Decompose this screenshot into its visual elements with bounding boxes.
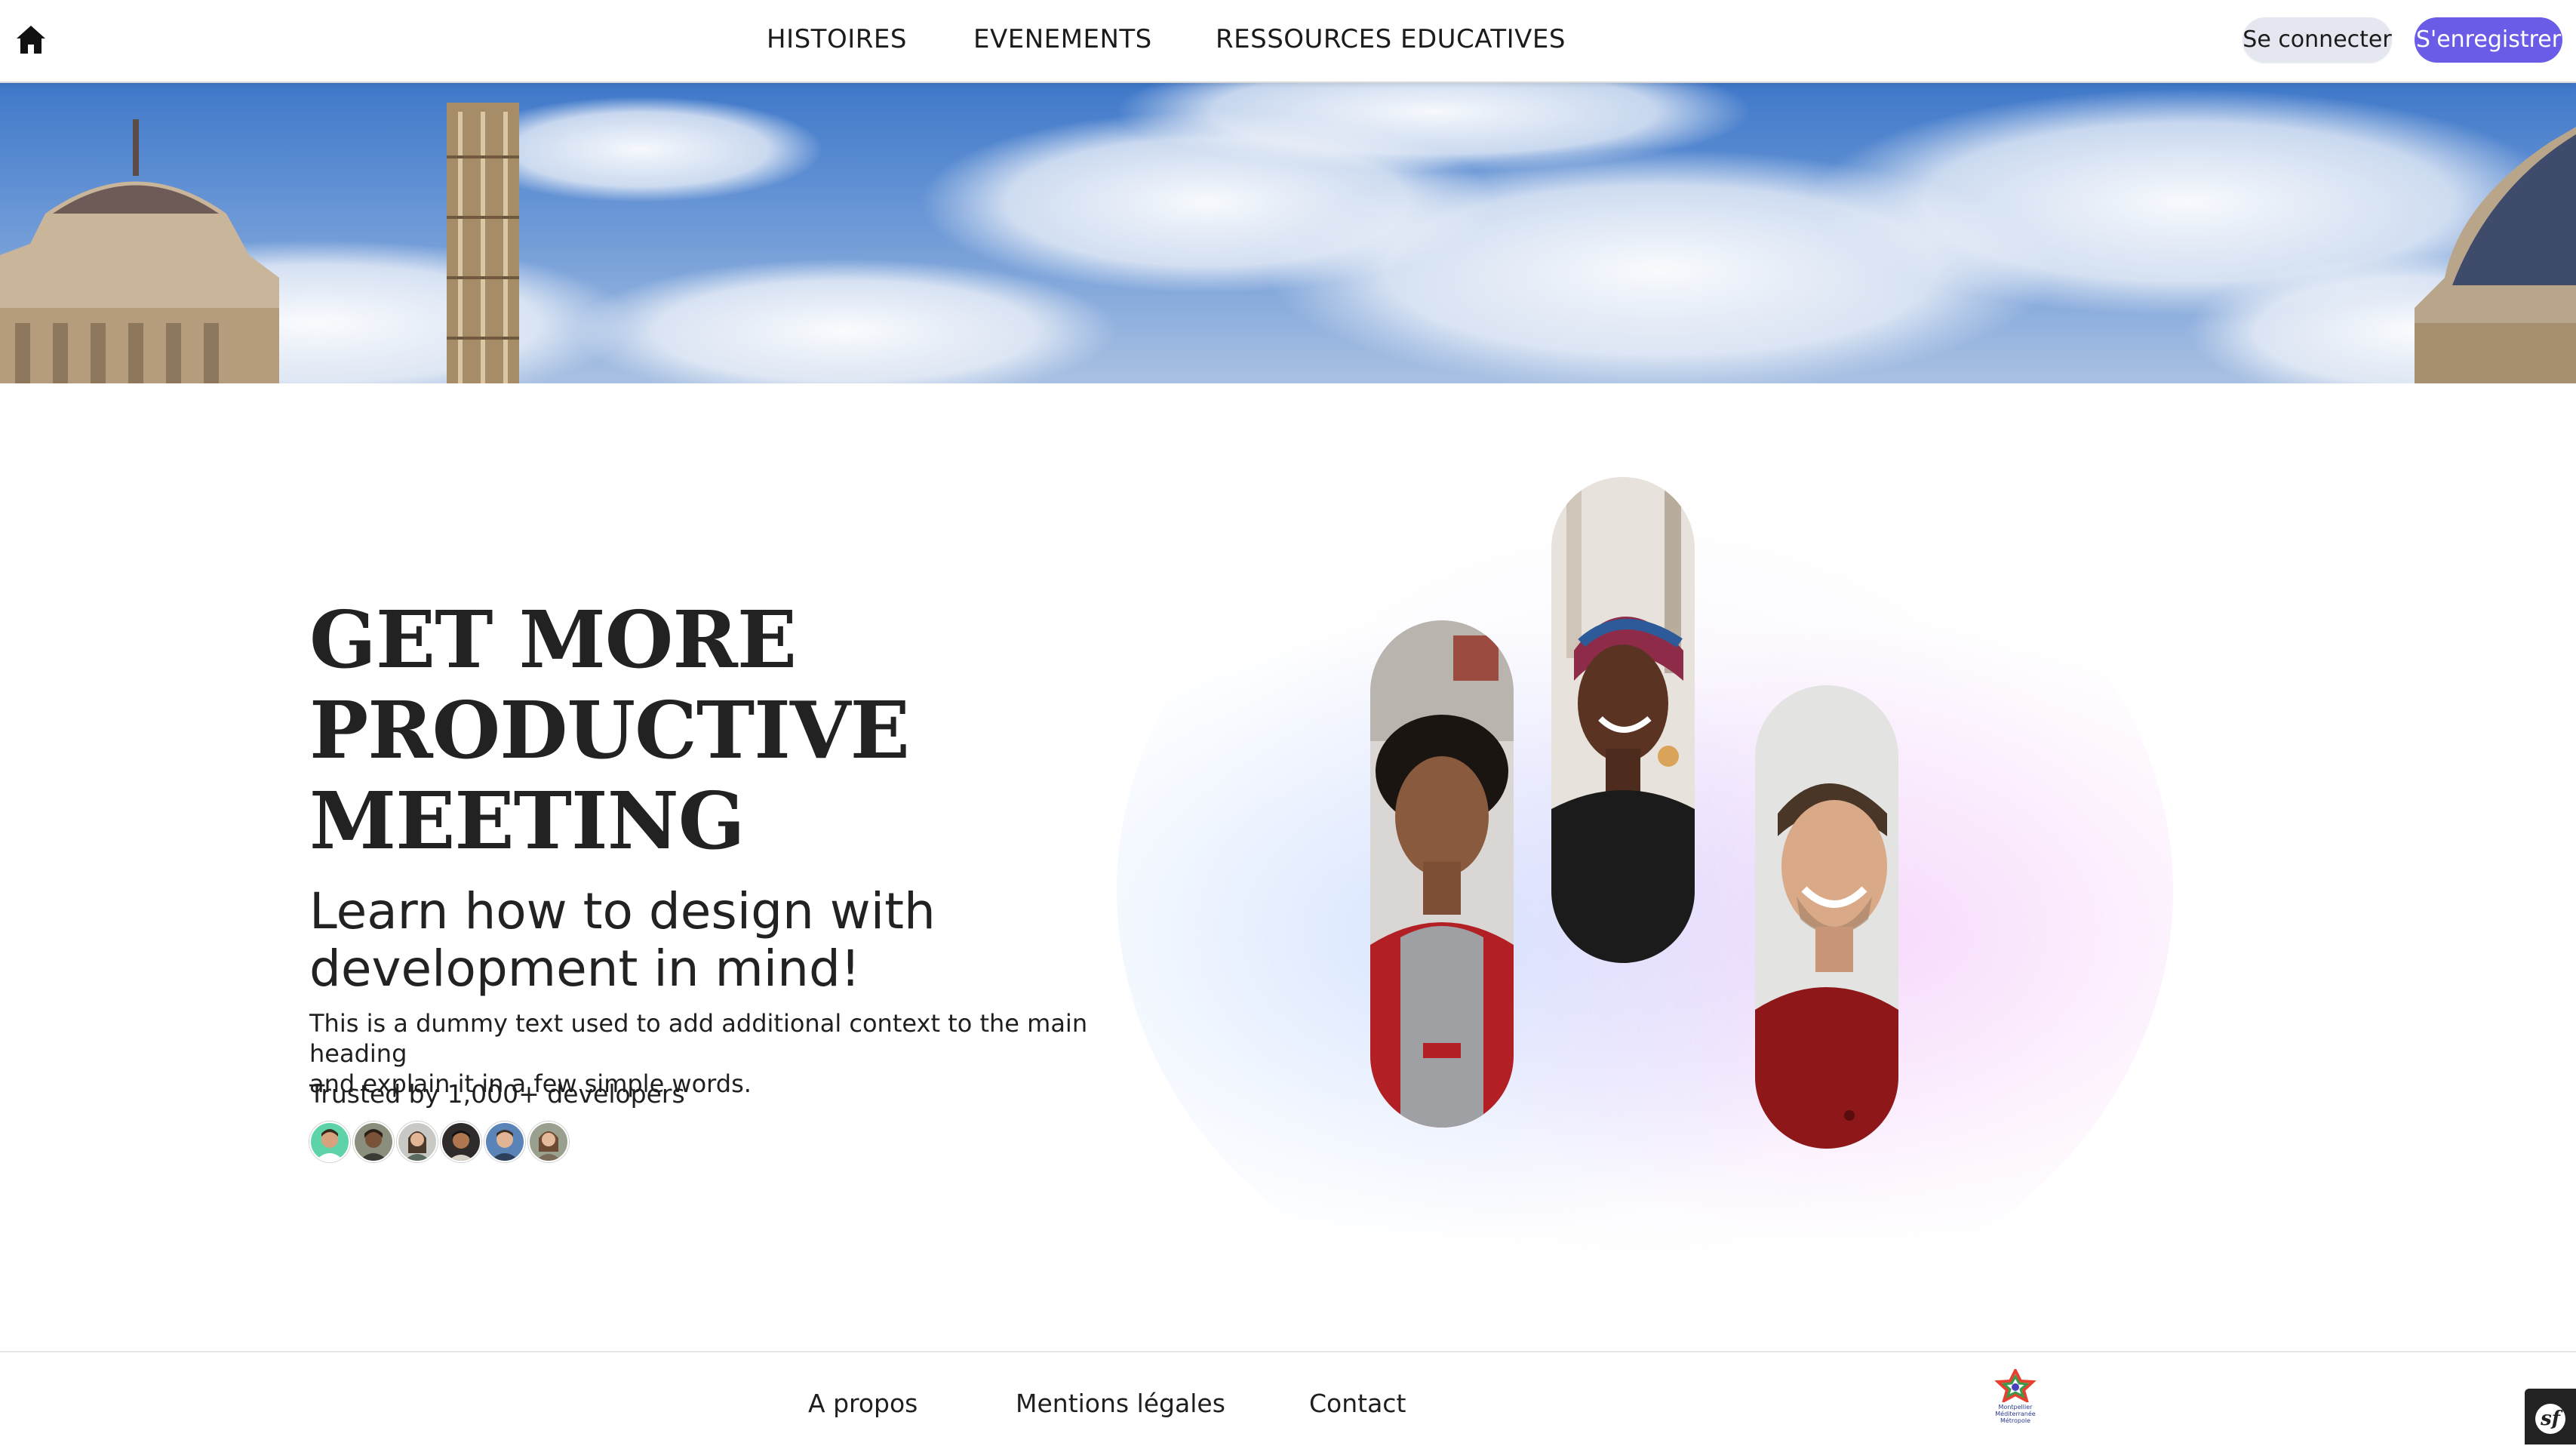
nav-link-histoires[interactable]: HISTOIRES [767, 21, 907, 57]
developer-avatar-6 [528, 1121, 569, 1162]
logo-line: Montpellier [1998, 1404, 2033, 1411]
footer-link-mentions-legales[interactable]: Mentions légales [1016, 1387, 1225, 1420]
developer-avatar-5 [484, 1121, 525, 1162]
developer-avatar-4 [441, 1121, 481, 1162]
nav-link-evenements[interactable]: EVENEMENTS [973, 21, 1152, 57]
symfony-icon: sf [2535, 1404, 2565, 1434]
montpellier-metropole-logo[interactable]: Montpellier Méditerranée Métropole [1989, 1367, 2042, 1432]
footer-link-contact[interactable]: Contact [1309, 1387, 1406, 1420]
logo-line: Métropole [2000, 1417, 2031, 1424]
footer: A propos Mentions légales Contact Montpe… [0, 1351, 2576, 1446]
developer-avatar-2 [353, 1121, 394, 1162]
star-logo-icon [1994, 1367, 2037, 1404]
nav-link-ressources-educatives[interactable]: RESSOURCES EDUCATIVES [1216, 21, 1566, 57]
hero-title-line: PRODUCTIVE [309, 684, 910, 777]
portrait-smiling-man [1755, 685, 1898, 1149]
hero-title-line: MEETING [309, 774, 745, 867]
register-button[interactable]: S'enregistrer [2415, 17, 2562, 63]
developer-avatar-3 [397, 1121, 438, 1162]
debug-toolbar-toggle[interactable]: sf [2525, 1389, 2576, 1444]
hero-subtitle-line: Learn how to design with [309, 882, 936, 940]
logo-line: Méditerranée [1995, 1411, 2036, 1417]
top-navigation-bar: HISTOIRES EVENEMENTS RESSOURCES EDUCATIV… [0, 0, 2576, 83]
logo-wordmark: Montpellier Méditerranée Métropole [1984, 1404, 2046, 1424]
city-sky-illustration [0, 82, 2576, 383]
hero-title: GET MORE PRODUCTIVE MEETING [309, 595, 1064, 866]
developer-avatar-1 [309, 1121, 350, 1162]
portrait-young-man [1370, 620, 1514, 1128]
trust-text: Trusted by 1,000+ developers [309, 1079, 685, 1109]
hero-subtitle: Learn how to design with development in … [309, 883, 1064, 998]
hero-description-line: This is a dummy text used to add additio… [309, 1009, 1088, 1068]
footer-link-a-propos[interactable]: A propos [808, 1387, 918, 1420]
home-icon[interactable] [14, 23, 48, 57]
portrait-smiling-woman [1551, 477, 1695, 963]
hero-subtitle-line: development in mind! [309, 940, 861, 998]
login-button[interactable]: Se connecter [2242, 17, 2392, 63]
banner-image [0, 82, 2576, 383]
hero-title-line: GET MORE [309, 593, 797, 686]
